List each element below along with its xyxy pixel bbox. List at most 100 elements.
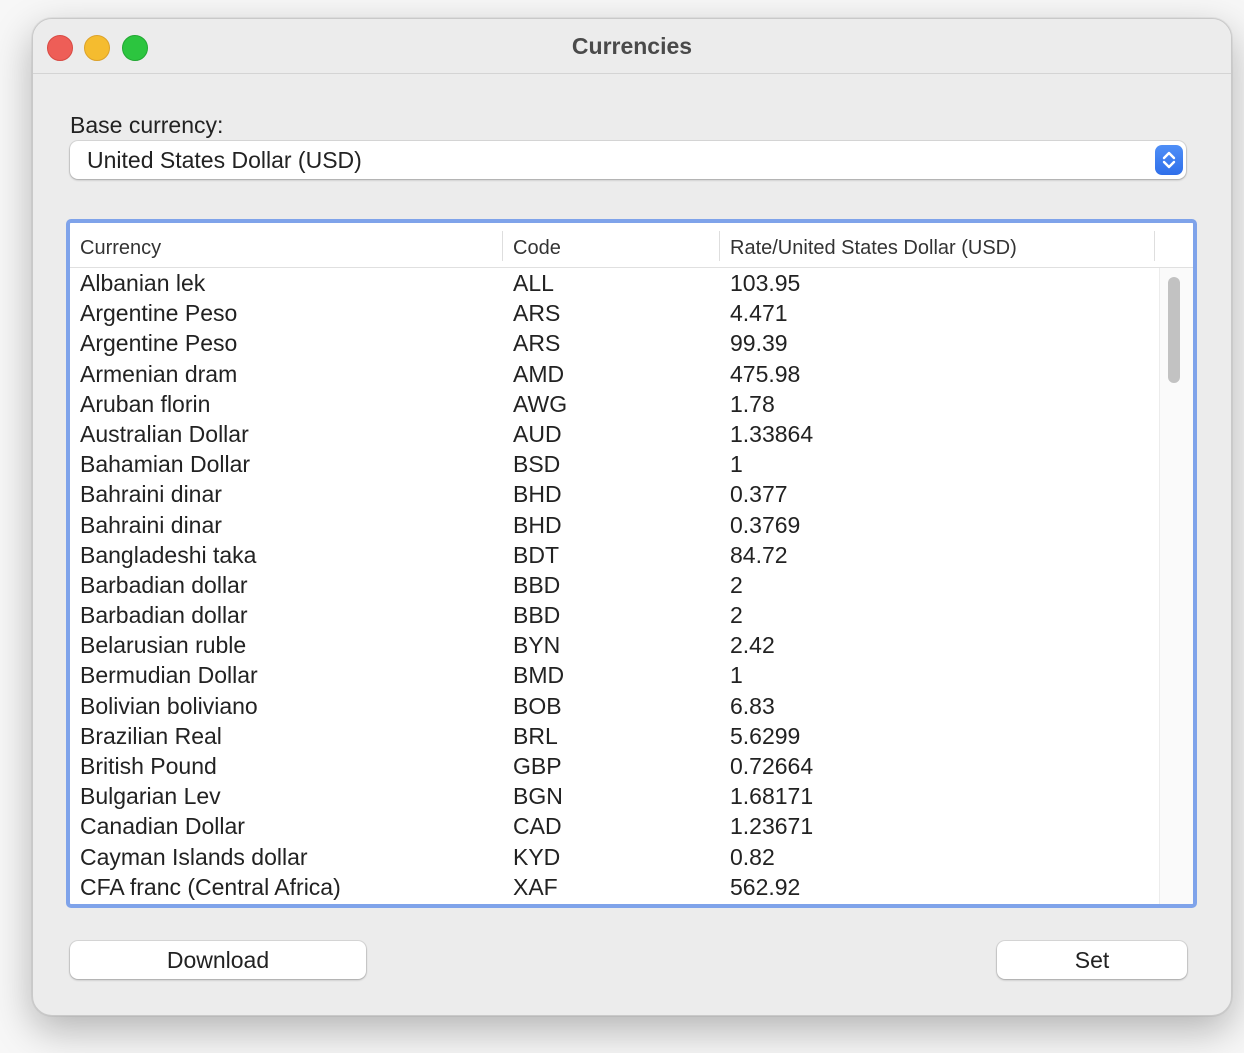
currency-code-cell: AUD bbox=[513, 420, 562, 447]
window-title: Currencies bbox=[571, 33, 693, 59]
table-row[interactable]: Belarusian ruble BYN 2.42 bbox=[70, 630, 1158, 660]
currency-code-cell: BHD bbox=[513, 481, 562, 508]
currency-code-cell: BSD bbox=[513, 451, 561, 478]
currency-rate-cell: 562.92 bbox=[730, 873, 801, 900]
currency-name-cell: Barbadian dollar bbox=[80, 571, 248, 598]
base-currency-select[interactable]: United States Dollar (USD) bbox=[70, 141, 1186, 179]
base-currency-label: Base currency: bbox=[70, 112, 224, 138]
currency-name-cell: Cayman Islands dollar bbox=[80, 843, 308, 870]
table-row[interactable]: Australian Dollar AUD 1.33864 bbox=[70, 419, 1158, 449]
currency-rate-cell: 1 bbox=[730, 451, 743, 478]
currency-name-cell: Barbadian dollar bbox=[80, 602, 248, 629]
column-divider[interactable] bbox=[719, 231, 720, 261]
download-button[interactable]: Download bbox=[70, 941, 366, 979]
currency-code-cell: AMD bbox=[513, 360, 565, 387]
table-row[interactable]: Bulgarian Lev BGN 1.68171 bbox=[70, 781, 1158, 811]
table-row[interactable]: Aruban florin AWG 1.78 bbox=[70, 389, 1158, 419]
table-row[interactable]: Cayman Islands dollar KYD 0.82 bbox=[70, 842, 1158, 872]
currency-code-cell: ARS bbox=[513, 330, 561, 357]
column-header-currency[interactable]: Currency bbox=[80, 237, 161, 260]
currency-rate-cell: 103.95 bbox=[730, 270, 801, 296]
table-row[interactable]: British Pound GBP 0.72664 bbox=[70, 751, 1158, 781]
currency-code-cell: GBP bbox=[513, 753, 562, 779]
table-row[interactable]: Brazilian Real BRL 5.6299 bbox=[70, 721, 1158, 751]
table-row[interactable]: Argentine Peso ARS 99.39 bbox=[70, 328, 1158, 358]
currency-name-cell: Argentine Peso bbox=[80, 330, 238, 357]
currency-name-cell: Australian Dollar bbox=[80, 420, 249, 447]
currency-code-cell: KYD bbox=[513, 843, 561, 870]
currency-rate-cell: 0.82 bbox=[730, 843, 775, 870]
currency-rate-cell: 1.68171 bbox=[730, 783, 814, 810]
table-row[interactable]: Bahamian Dollar BSD 1 bbox=[70, 449, 1158, 479]
table-row[interactable]: Bolivian boliviano BOB 6.83 bbox=[70, 691, 1158, 721]
currency-name-cell: CFA franc (Central Africa) bbox=[80, 873, 341, 900]
currency-rate-cell: 1.78 bbox=[730, 390, 775, 417]
currency-code-cell: AWG bbox=[513, 390, 568, 417]
currency-name-cell: Bahamian Dollar bbox=[80, 451, 251, 478]
currency-rate-cell: 5.6299 bbox=[730, 722, 801, 749]
table-row[interactable]: Barbadian dollar BBD 2 bbox=[70, 570, 1158, 600]
currency-name-cell: Bermudian Dollar bbox=[80, 662, 258, 689]
currencies-window: Currencies Base currency: United States … bbox=[32, 18, 1232, 1016]
currency-rate-cell: 0.72664 bbox=[730, 753, 814, 779]
column-divider[interactable] bbox=[1154, 231, 1155, 261]
table-row[interactable]: Bangladeshi taka BDT 84.72 bbox=[70, 540, 1158, 570]
currency-name-cell: Bahraini dinar bbox=[80, 481, 222, 508]
currency-name-cell: Bangladeshi taka bbox=[80, 541, 257, 568]
chevron-up-down-icon[interactable] bbox=[1155, 145, 1183, 175]
table-row[interactable]: Armenian dram AMD 475.98 bbox=[70, 359, 1158, 389]
column-header-code[interactable]: Code bbox=[513, 237, 561, 260]
currency-rate-cell: 84.72 bbox=[730, 541, 788, 568]
currency-code-cell: BDT bbox=[513, 541, 559, 568]
currency-rate-cell: 99.39 bbox=[730, 330, 788, 357]
currency-name-cell: Armenian dram bbox=[80, 360, 238, 387]
currency-code-cell: BRL bbox=[513, 722, 558, 749]
table-row[interactable]: Bermudian Dollar BMD 1 bbox=[70, 660, 1158, 690]
currency-code-cell: BBD bbox=[513, 602, 561, 629]
table-body: Albanian lek ALL 103.95 Argentine Peso ARS 4.… bbox=[70, 268, 1158, 904]
table-row[interactable]: Albanian lek ALL 103.95 bbox=[70, 268, 1158, 298]
currency-code-cell: CAD bbox=[513, 813, 562, 840]
currency-rate-cell: 1.23671 bbox=[730, 813, 814, 840]
currency-rate-cell: 2.42 bbox=[730, 632, 775, 659]
currency-code-cell: BOB bbox=[513, 692, 562, 719]
table-row[interactable]: CFA franc (Central Africa) XAF 562.92 bbox=[70, 872, 1158, 902]
currency-name-cell: Bahraini dinar bbox=[80, 511, 222, 538]
currency-rate-cell: 2 bbox=[730, 571, 743, 598]
currency-rate-cell: 6.83 bbox=[730, 692, 775, 719]
currency-rate-cell: 4.471 bbox=[730, 300, 788, 327]
currency-name-cell: British Pound bbox=[80, 753, 217, 779]
currency-code-cell: BYN bbox=[513, 632, 561, 659]
currency-code-cell: BHD bbox=[513, 511, 562, 538]
currency-name-cell: Bulgarian Lev bbox=[80, 783, 221, 810]
currency-table[interactable]: Currency Code Rate/United States Dollar … bbox=[66, 219, 1197, 908]
column-header-rate[interactable]: Rate/United States Dollar (USD) bbox=[730, 237, 1017, 260]
column-divider[interactable] bbox=[502, 231, 503, 261]
currency-name-cell: Albanian lek bbox=[80, 270, 206, 296]
currency-name-cell: Argentine Peso bbox=[80, 300, 238, 327]
set-button[interactable]: Set bbox=[997, 941, 1187, 979]
currency-code-cell: XAF bbox=[513, 873, 558, 900]
currency-rate-cell: 1 bbox=[730, 662, 743, 689]
vertical-scrollbar[interactable] bbox=[1159, 268, 1193, 904]
table-row[interactable]: Barbadian dollar BBD 2 bbox=[70, 600, 1158, 630]
table-row[interactable]: Argentine Peso ARS 4.471 bbox=[70, 298, 1158, 328]
scrollbar-thumb[interactable] bbox=[1168, 277, 1180, 383]
currency-rate-cell: 475.98 bbox=[730, 360, 801, 387]
currency-code-cell: BGN bbox=[513, 783, 563, 810]
currency-code-cell: BBD bbox=[513, 571, 561, 598]
table-row[interactable]: Canadian Dollar CAD 1.23671 bbox=[70, 811, 1158, 841]
currency-rate-cell: 0.3769 bbox=[730, 511, 801, 538]
currency-name-cell: Brazilian Real bbox=[80, 722, 222, 749]
currency-name-cell: Aruban florin bbox=[80, 390, 211, 417]
currency-code-cell: BMD bbox=[513, 662, 565, 689]
currency-name-cell: Belarusian ruble bbox=[80, 632, 247, 659]
currency-name-cell: Bolivian boliviano bbox=[80, 692, 258, 719]
title-bar[interactable]: Currencies bbox=[33, 19, 1231, 74]
currency-code-cell: ARS bbox=[513, 300, 561, 327]
currency-code-cell: ALL bbox=[513, 270, 554, 296]
currency-rate-cell: 2 bbox=[730, 602, 743, 629]
table-row[interactable]: Bahraini dinar BHD 0.377 bbox=[70, 479, 1158, 509]
currency-rate-cell: 0.377 bbox=[730, 481, 788, 508]
table-row[interactable]: Bahraini dinar BHD 0.3769 bbox=[70, 510, 1158, 540]
